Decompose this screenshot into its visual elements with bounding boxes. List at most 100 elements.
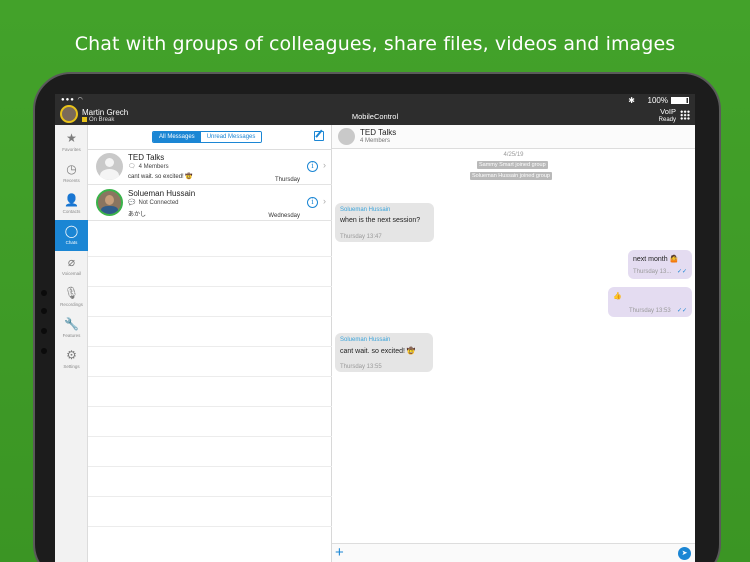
tab-all-messages[interactable]: All Messages	[153, 132, 201, 142]
chat-subtitle-text: Not Connected	[138, 200, 179, 206]
contact-avatar	[96, 189, 123, 216]
divider	[88, 346, 332, 347]
divider	[88, 376, 332, 377]
camera-dot	[41, 328, 47, 334]
camera-dot	[41, 290, 47, 296]
message-sender: Solueman Hussain	[340, 337, 391, 343]
group-avatar	[338, 128, 355, 145]
signal-icon: ●●● ◠	[61, 97, 84, 103]
sidebar-item-label: Contacts	[62, 209, 81, 214]
star-icon: ★	[66, 131, 77, 145]
top-bar: ●●● ◠ ✱ 100% Martin Grech On Break Mobil…	[55, 94, 695, 125]
info-icon[interactable]: i	[307, 197, 318, 208]
tab-unread-messages[interactable]: Unread Messages	[200, 132, 262, 142]
dialpad-grid-icon[interactable]	[680, 110, 690, 120]
system-message: Sammy Smart joined group	[477, 161, 548, 169]
read-receipt-icon: ✓✓	[676, 269, 687, 275]
conversation-subtitle: 4 Members	[360, 138, 391, 144]
message-time: Thursday 13...	[633, 269, 672, 275]
sidebar-item-label: Features	[62, 333, 81, 338]
divider	[88, 286, 332, 287]
sidebar-item-settings[interactable]: ⚙ Settings	[55, 344, 88, 375]
voip-ready: Ready	[658, 117, 676, 123]
app-title: MobileControl	[351, 112, 399, 121]
bluetooth-icon: ✱	[628, 96, 635, 105]
conversation-pane: TED Talks 4 Members 4/25/19 Sammy Smart …	[332, 125, 695, 562]
chat-list-item[interactable]: TED Talks 🗨 4 Members cant wait. so excit…	[88, 150, 332, 185]
sidebar-item-label: Chats	[65, 240, 78, 245]
wrench-icon: 🔧	[64, 317, 79, 331]
gear-icon: ⚙	[66, 348, 77, 362]
sidebar-item-label: Voicemail	[61, 271, 82, 276]
sidebar: ★ Favorites ◷ Recents 👤 Contacts ◯ Chats ⌀ Vo…	[55, 125, 88, 562]
voip-label: VoIP	[660, 107, 676, 116]
sidebar-item-recordings[interactable]: 🎙 Recordings	[55, 282, 88, 313]
sidebar-item-label: Settings	[63, 364, 80, 369]
divider	[88, 466, 332, 467]
message-text: next month 🤷	[633, 256, 679, 263]
send-icon[interactable]: ➤	[678, 547, 691, 560]
chat-time: Wednesday	[268, 213, 300, 219]
sidebar-item-voicemail[interactable]: ⌀ Voicemail	[55, 251, 88, 282]
system-message: Solueman Hussain joined group	[470, 172, 552, 180]
compose-icon[interactable]	[314, 131, 324, 141]
message-bubble-incoming[interactable]: Solueman Hussain when is the next sessio…	[335, 203, 434, 242]
chevron-right-icon: ›	[323, 196, 326, 206]
chat-subtitle: 💬 Not Connected	[128, 199, 179, 206]
chat-time: Thursday	[274, 177, 300, 183]
message-bubble-outgoing[interactable]: 👍 Thursday 13:53 ✓✓	[608, 287, 692, 317]
divider	[88, 526, 332, 527]
sidebar-item-label: Recordings	[60, 302, 83, 307]
divider	[88, 316, 332, 317]
chevron-right-icon: ›	[323, 160, 326, 170]
message-time: Thursday 13:55	[340, 364, 382, 370]
clock-icon: ◷	[66, 162, 77, 176]
chat-name: Solueman Hussain	[128, 189, 196, 198]
sidebar-item-features[interactable]: 🔧 Features	[55, 313, 88, 344]
battery-text: 100%	[647, 96, 668, 105]
camera-dot	[41, 308, 47, 314]
add-attachment-icon[interactable]: +	[335, 544, 344, 562]
divider	[88, 256, 332, 257]
conversation-title: TED Talks	[360, 128, 397, 137]
message-sender: Solueman Hussain	[340, 207, 391, 213]
divider	[88, 406, 332, 407]
message-time: Thursday 13:53	[629, 308, 671, 314]
headline: Chat with groups of colleagues, share fi…	[74, 33, 676, 55]
divider	[88, 436, 332, 437]
message-text: when is the next session?	[340, 217, 421, 224]
message-composer: + ➤	[332, 543, 695, 562]
voip-status[interactable]: VoIP Ready	[659, 107, 676, 125]
chat-list-item[interactable]: Solueman Hussain 💬 Not Connected あかし Wedn…	[88, 186, 332, 221]
sidebar-item-chats[interactable]: ◯ Chats	[55, 220, 88, 251]
sidebar-item-label: Favorites	[62, 147, 81, 152]
person-icon: 👤	[64, 193, 79, 207]
members-icon: 🗨	[128, 164, 136, 170]
message-filter-tabs: All Messages Unread Messages	[152, 131, 263, 143]
camera-dot	[41, 348, 47, 354]
info-icon[interactable]: i	[307, 161, 318, 172]
sidebar-item-label: Recents	[63, 178, 80, 183]
message-bubble-incoming[interactable]: Solueman Hussain cant wait. so excited! …	[335, 333, 433, 372]
battery-icon	[671, 97, 689, 105]
read-receipt-icon: ✓✓	[676, 308, 687, 314]
app-screen: ●●● ◠ ✱ 100% Martin Grech On Break Mobil…	[55, 94, 695, 562]
message-time: Thursday 13:47	[340, 234, 382, 240]
chat-subtitle: 🗨 4 Members	[128, 163, 169, 170]
sidebar-item-favorites[interactable]: ★ Favorites	[55, 127, 88, 158]
message-text: cant wait. so excited! 🤠	[340, 348, 416, 355]
conversation-header: TED Talks 4 Members	[332, 125, 695, 149]
chat-subtitle-text: 4 Members	[138, 164, 169, 170]
chat-list-pane: All Messages Unread Messages TED Talks 🗨…	[88, 125, 332, 562]
message-icon: 💬	[128, 200, 136, 206]
chat-last-message: cant wait. so excited! 🤠	[128, 174, 193, 180]
chat-last-message: あかし	[128, 212, 147, 218]
message-bubble-outgoing[interactable]: next month 🤷 Thursday 13... ✓✓	[628, 250, 692, 279]
date-separator: 4/25/19	[503, 152, 524, 158]
chat-name: TED Talks	[128, 153, 165, 162]
message-text: 👍	[613, 293, 622, 300]
sidebar-item-contacts[interactable]: 👤 Contacts	[55, 189, 88, 220]
voicemail-icon: ⌀	[67, 255, 76, 269]
sidebar-item-recents[interactable]: ◷ Recents	[55, 158, 88, 189]
battery-indicator: 100%	[648, 96, 689, 105]
